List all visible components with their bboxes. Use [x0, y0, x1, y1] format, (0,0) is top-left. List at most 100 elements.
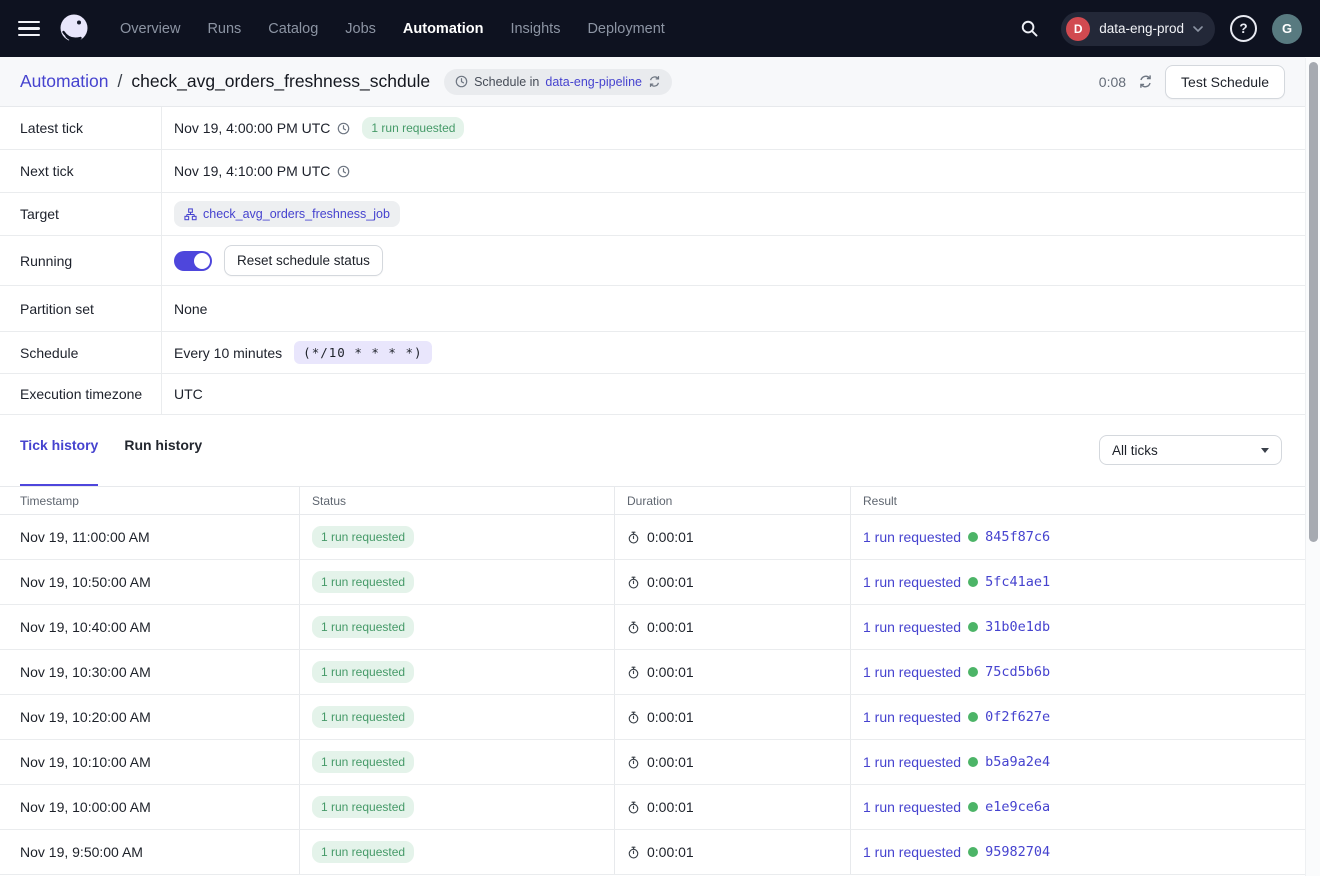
header-status: Status: [299, 487, 614, 514]
reset-schedule-status-button[interactable]: Reset schedule status: [224, 245, 383, 276]
result-run-requested-link[interactable]: 1 run requested: [863, 799, 961, 815]
tick-duration-cell: 0:00:01: [614, 560, 850, 604]
history-tabs: Tick history Run history All ticks: [0, 415, 1305, 486]
tick-row[interactable]: Nov 19, 10:30:00 AM 1 run requested 0:00…: [0, 650, 1305, 695]
target-job-link[interactable]: check_avg_orders_freshness_job: [203, 207, 390, 221]
scrollbar-thumb[interactable]: [1309, 62, 1318, 542]
clock-icon: [455, 75, 468, 88]
tick-row[interactable]: Nov 19, 10:20:00 AM 1 run requested 0:00…: [0, 695, 1305, 740]
tick-result-cell: 1 run requested e1e9ce6a: [850, 785, 1305, 829]
nav-item-catalog[interactable]: Catalog: [268, 21, 318, 37]
menu-icon[interactable]: [18, 21, 40, 37]
nav-item-jobs[interactable]: Jobs: [345, 21, 376, 37]
result-run-requested-link[interactable]: 1 run requested: [863, 664, 961, 680]
status-badge: 1 run requested: [312, 751, 414, 773]
schedule-label: Schedule: [0, 332, 162, 373]
status-badge: 1 run requested: [312, 571, 414, 593]
sync-icon[interactable]: [648, 75, 661, 88]
target-job-pill[interactable]: check_avg_orders_freshness_job: [174, 201, 400, 227]
tick-row[interactable]: Nov 19, 11:00:00 AM 1 run requested 0:00…: [0, 515, 1305, 560]
run-id-link[interactable]: 5fc41ae1: [985, 574, 1050, 590]
help-icon[interactable]: ?: [1230, 15, 1257, 42]
tick-row[interactable]: Nov 19, 10:10:00 AM 1 run requested 0:00…: [0, 740, 1305, 785]
tick-result-cell: 1 run requested 31b0e1db: [850, 605, 1305, 649]
tick-duration: 0:00:01: [647, 799, 694, 815]
tick-duration-cell: 0:00:01: [614, 740, 850, 784]
running-toggle[interactable]: [174, 251, 212, 271]
tick-duration-cell: 0:00:01: [614, 515, 850, 559]
tick-duration-cell: 0:00:01: [614, 695, 850, 739]
result-run-requested-link[interactable]: 1 run requested: [863, 529, 961, 545]
tick-timestamp: Nov 19, 10:00:00 AM: [0, 785, 299, 829]
nav-item-overview[interactable]: Overview: [120, 21, 180, 37]
run-success-dot: [968, 712, 978, 722]
run-id-link[interactable]: b5a9a2e4: [985, 754, 1050, 770]
tick-filter-select[interactable]: All ticks: [1099, 435, 1282, 465]
timezone-label: Execution timezone: [0, 374, 162, 414]
latest-tick-label: Latest tick: [0, 107, 162, 149]
schedule-details: Latest tick Nov 19, 4:00:00 PM UTC 1 run…: [0, 107, 1305, 415]
target-row: Target check_avg_orders_freshness_job: [0, 193, 1305, 236]
result-run-requested-link[interactable]: 1 run requested: [863, 844, 961, 860]
stopwatch-icon: [627, 711, 640, 724]
nav-item-automation[interactable]: Automation: [403, 21, 484, 37]
run-id-link[interactable]: 0f2f627e: [985, 709, 1050, 725]
nav-item-runs[interactable]: Runs: [207, 21, 241, 37]
tick-timestamp: Nov 19, 10:50:00 AM: [0, 560, 299, 604]
tick-duration-cell: 0:00:01: [614, 650, 850, 694]
run-success-dot: [968, 532, 978, 542]
running-row: Running Reset schedule status: [0, 236, 1305, 286]
page-title: check_avg_orders_freshness_schdule: [131, 71, 430, 92]
next-tick-label: Next tick: [0, 150, 162, 192]
status-badge: 1 run requested: [312, 661, 414, 683]
result-run-requested-link[interactable]: 1 run requested: [863, 619, 961, 635]
workspace-switcher[interactable]: D data-eng-prod: [1061, 12, 1215, 46]
tick-row[interactable]: Nov 19, 10:50:00 AM 1 run requested 0:00…: [0, 560, 1305, 605]
user-avatar[interactable]: G: [1272, 14, 1302, 44]
run-id-link[interactable]: 31b0e1db: [985, 619, 1050, 635]
run-id-link[interactable]: 845f87c6: [985, 529, 1050, 545]
page-scrollbar: [1305, 58, 1320, 876]
partition-set-value: None: [174, 301, 207, 317]
latest-tick-status-badge: 1 run requested: [362, 117, 464, 139]
tick-duration-cell: 0:00:01: [614, 785, 850, 829]
schedule-row: Schedule Every 10 minutes (*/10 * * * *): [0, 332, 1305, 374]
tick-duration: 0:00:01: [647, 574, 694, 590]
chevron-down-icon: [1193, 26, 1203, 32]
tick-row[interactable]: Nov 19, 10:00:00 AM 1 run requested 0:00…: [0, 785, 1305, 830]
run-id-link[interactable]: e1e9ce6a: [985, 799, 1050, 815]
breadcrumb-automation-link[interactable]: Automation: [20, 71, 109, 92]
result-run-requested-link[interactable]: 1 run requested: [863, 574, 961, 590]
run-id-link[interactable]: 95982704: [985, 844, 1050, 860]
timezone-row: Execution timezone UTC: [0, 374, 1305, 415]
next-tick-value: Nov 19, 4:10:00 PM UTC: [174, 163, 330, 179]
stopwatch-icon: [627, 666, 640, 679]
run-id-link[interactable]: 75cd5b6b: [985, 664, 1050, 680]
search-icon[interactable]: [1012, 12, 1046, 46]
tick-duration: 0:00:01: [647, 619, 694, 635]
status-badge: 1 run requested: [312, 706, 414, 728]
running-label: Running: [0, 236, 162, 285]
test-schedule-button[interactable]: Test Schedule: [1165, 65, 1285, 99]
nav-item-insights[interactable]: Insights: [510, 21, 560, 37]
table-header-row: Timestamp Status Duration Result: [0, 487, 1305, 515]
tick-row[interactable]: Nov 19, 10:40:00 AM 1 run requested 0:00…: [0, 605, 1305, 650]
result-run-requested-link[interactable]: 1 run requested: [863, 754, 961, 770]
stopwatch-icon: [627, 576, 640, 589]
tick-duration: 0:00:01: [647, 664, 694, 680]
dagster-logo-icon[interactable]: [56, 11, 92, 47]
result-run-requested-link[interactable]: 1 run requested: [863, 709, 961, 725]
header-timestamp: Timestamp: [0, 487, 299, 514]
tick-result-cell: 1 run requested 845f87c6: [850, 515, 1305, 559]
pipeline-link[interactable]: data-eng-pipeline: [545, 75, 642, 89]
tab-run-history[interactable]: Run history: [124, 437, 202, 486]
nav-item-deployment[interactable]: Deployment: [587, 21, 664, 37]
status-badge: 1 run requested: [312, 526, 414, 548]
stopwatch-icon: [627, 621, 640, 634]
breadcrumb-separator: /: [118, 71, 123, 92]
header-duration: Duration: [614, 487, 850, 514]
tab-tick-history[interactable]: Tick history: [20, 437, 98, 486]
tick-row[interactable]: Nov 19, 9:50:00 AM 1 run requested 0:00:…: [0, 830, 1305, 875]
refresh-icon[interactable]: [1138, 74, 1153, 89]
latest-tick-value: Nov 19, 4:00:00 PM UTC: [174, 120, 330, 136]
